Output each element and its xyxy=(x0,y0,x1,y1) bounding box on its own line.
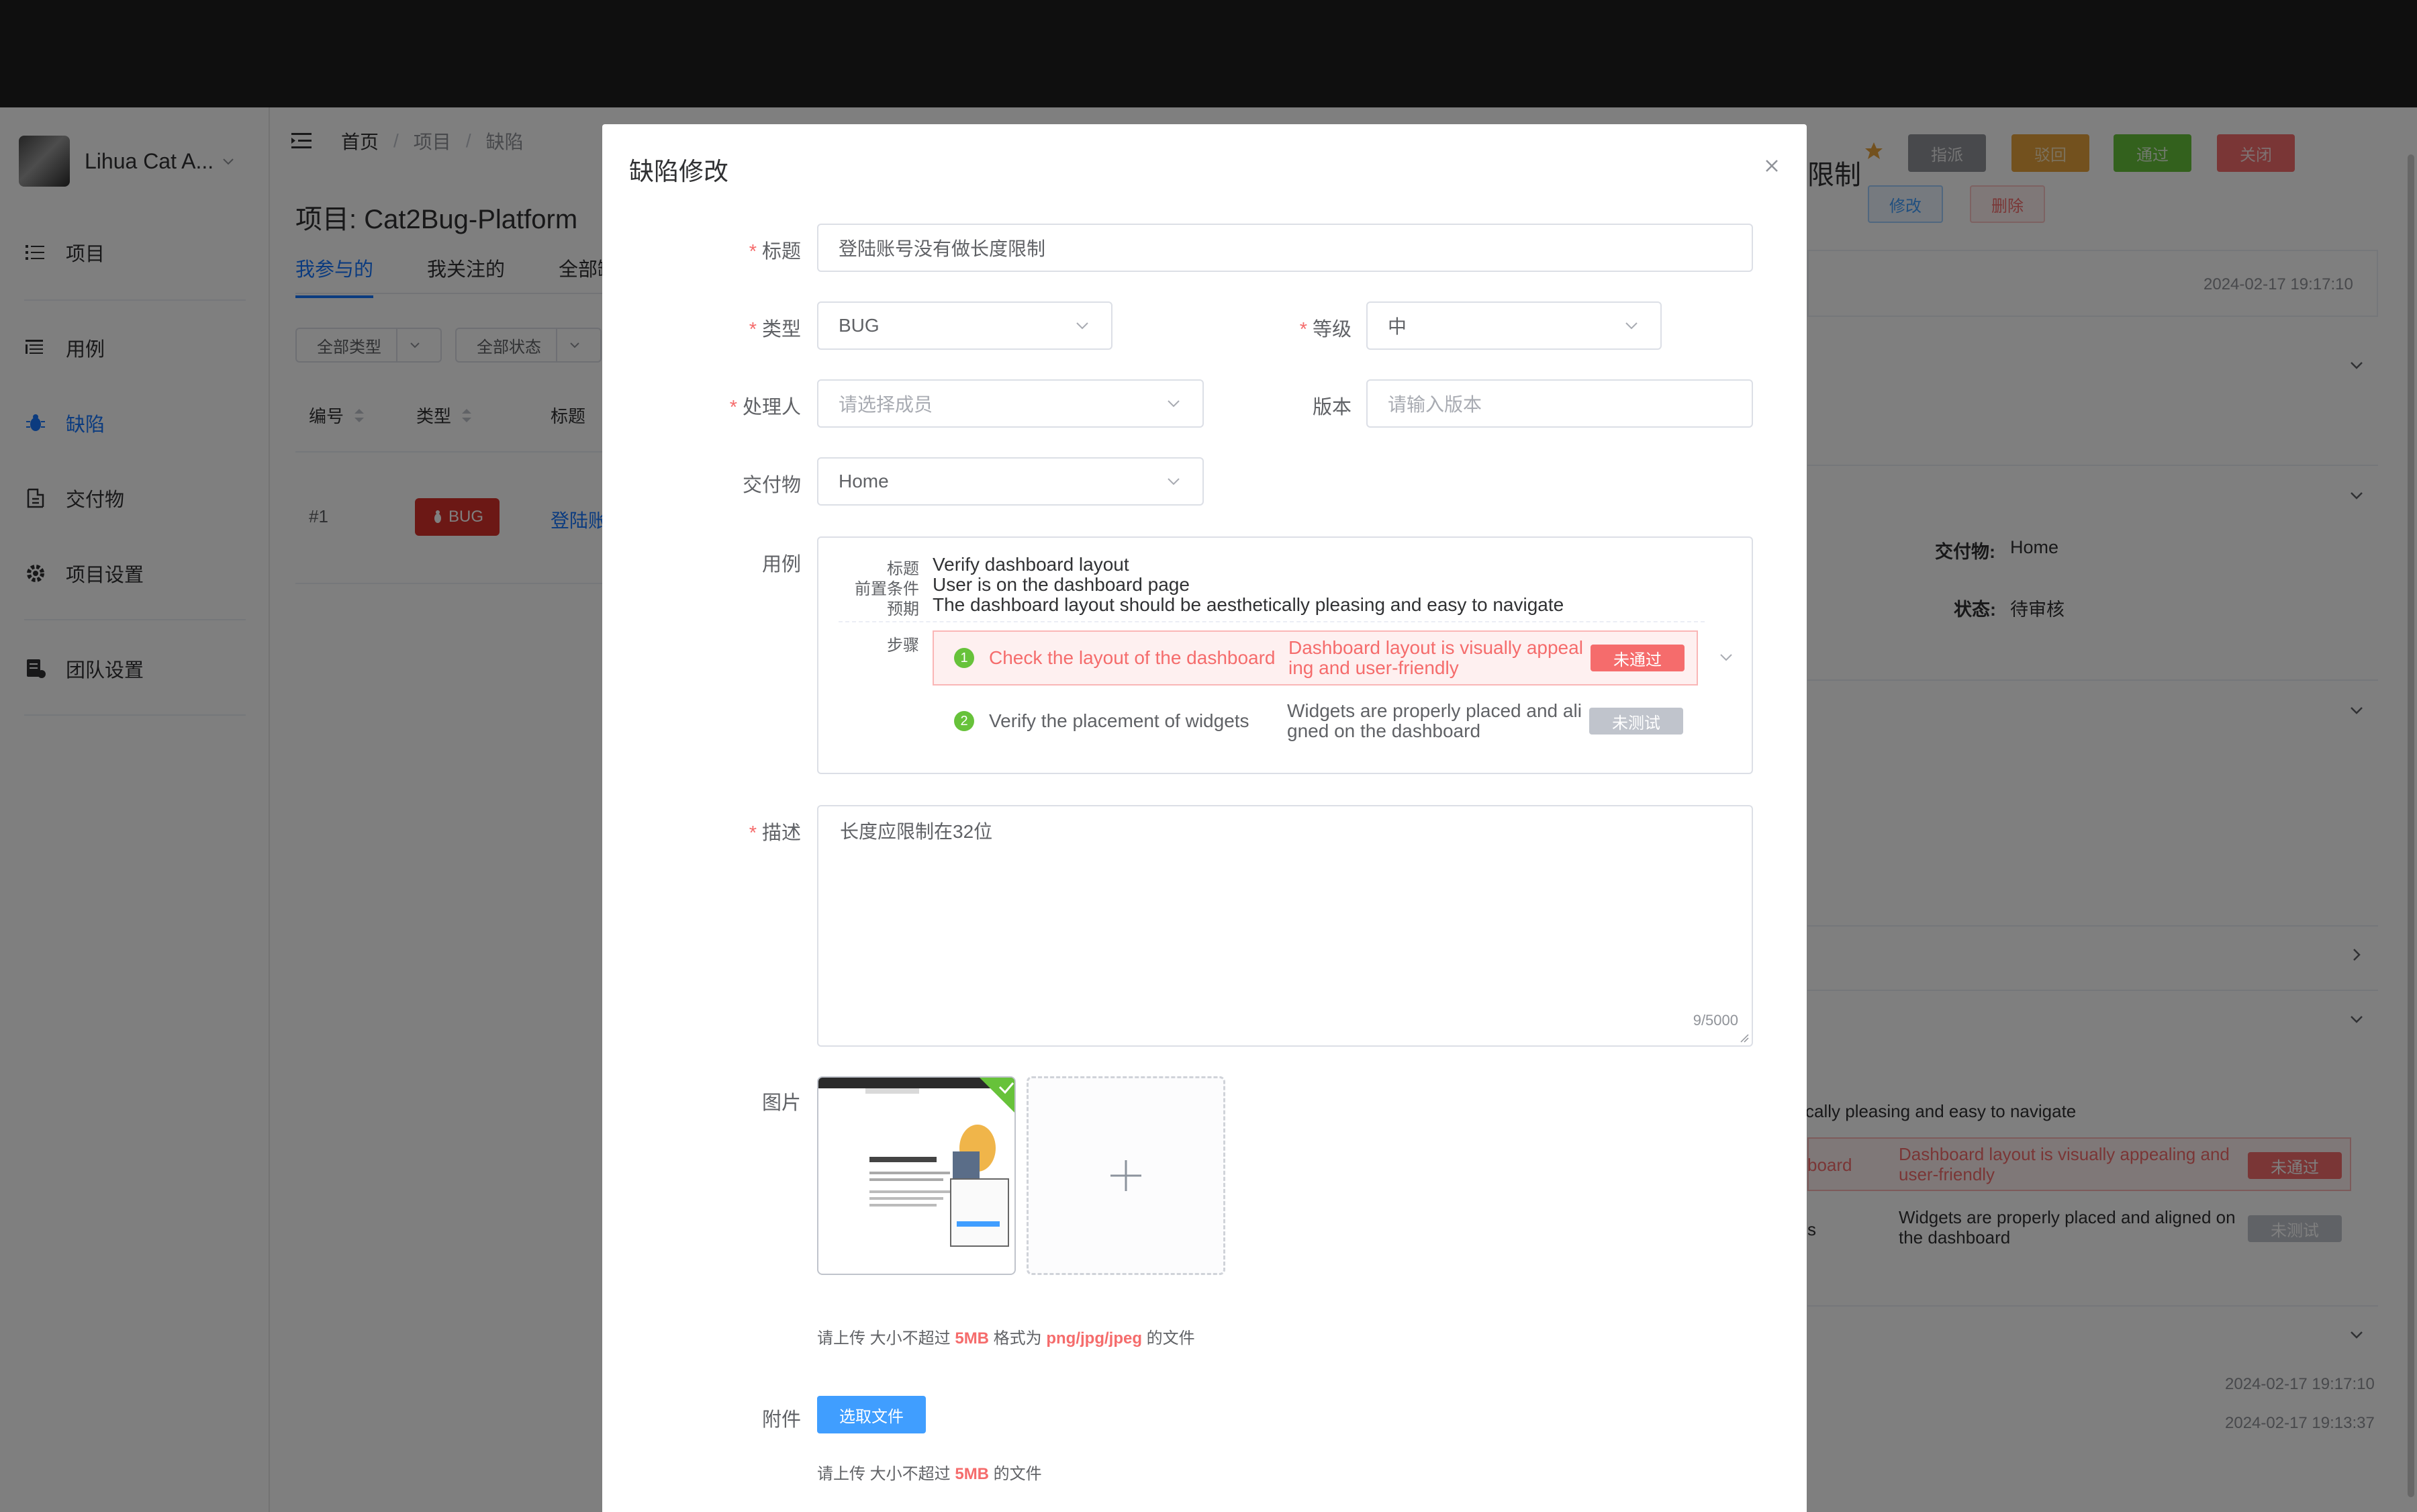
thumbnail-text xyxy=(869,1197,943,1200)
thumbnail-text xyxy=(869,1172,950,1174)
case-expected-key: 预期 xyxy=(887,600,919,618)
thumbnail-text xyxy=(869,1190,950,1193)
case-steps-key: 步骤 xyxy=(887,636,919,655)
edit-defect-dialog: 缺陷修改 * 标题 登陆账号没有做长度限制 * 类型 BUG * 等级 中 * 处理人 … xyxy=(602,124,1807,1512)
thumbnail-login-box xyxy=(950,1178,1009,1247)
step-row: 1 Check the layout of the dashboard Dash… xyxy=(933,630,1698,686)
chevron-down-icon xyxy=(1076,322,1088,330)
image-upload-hint: 请上传 大小不超过 5MB 格式为 png/jpg/jpeg 的文件 xyxy=(817,1329,1195,1348)
step-expected: Dashboard layout is visually appeal ing a… xyxy=(1288,637,1583,678)
attachment-label: 附件 xyxy=(761,1409,801,1431)
version-label: 版本 xyxy=(1312,397,1352,418)
handler-placeholder: 请选择成员 xyxy=(839,394,933,415)
step-status-failed: 未通过 xyxy=(1591,645,1685,671)
chevron-down-icon xyxy=(1168,400,1180,408)
step-status-untested: 未测试 xyxy=(1589,708,1683,735)
deliverable-label: 交付物 xyxy=(742,475,801,496)
type-select[interactable]: BUG xyxy=(817,301,1112,350)
deliverable-select[interactable]: Home xyxy=(817,457,1204,506)
attachment-upload-hint: 请上传 大小不超过 5MB 的文件 xyxy=(817,1465,1042,1483)
chevron-down-icon xyxy=(1168,478,1180,485)
description-count: 9/5000 xyxy=(1693,1012,1738,1029)
description-textarea[interactable]: 长度应限制在32位 9/5000 xyxy=(817,805,1753,1047)
close-icon[interactable] xyxy=(1760,154,1784,178)
thumbnail-tab xyxy=(865,1088,919,1094)
thumbnail-text xyxy=(869,1178,943,1181)
version-placeholder: 请输入版本 xyxy=(1388,394,1482,415)
description-value: 长度应限制在32位 xyxy=(840,821,993,842)
case-label: 用例 xyxy=(761,554,801,575)
chevron-down-icon[interactable] xyxy=(1718,649,1734,665)
version-input[interactable]: 请输入版本 xyxy=(1366,379,1753,428)
step-row: 2 Verify the placement of widgets Widget… xyxy=(933,694,1698,749)
handler-label: * 处理人 xyxy=(729,397,801,418)
thumbnail-illustration xyxy=(953,1151,980,1178)
level-select[interactable]: 中 xyxy=(1366,301,1662,350)
title-label: * 标题 xyxy=(749,241,801,263)
select-file-button[interactable]: 选取文件 xyxy=(817,1396,926,1433)
step-text: Check the layout of the dashboard xyxy=(989,647,1276,668)
title-input[interactable]: 登陆账号没有做长度限制 xyxy=(817,224,1753,272)
case-precondition-value: User is on the dashboard page xyxy=(933,574,1190,595)
resize-handle-icon[interactable] xyxy=(1740,1033,1749,1043)
divider xyxy=(839,621,1705,624)
level-label: * 等级 xyxy=(1299,319,1352,340)
type-value: BUG xyxy=(839,315,880,336)
uploaded-image-thumbnail[interactable] xyxy=(817,1076,1016,1275)
case-panel: 标题 Verify dashboard layout 前置条件 User is … xyxy=(817,536,1753,774)
step-number: 2 xyxy=(954,711,974,731)
image-label: 图片 xyxy=(761,1092,801,1114)
case-title-value: Verify dashboard layout xyxy=(933,554,1129,575)
deliverable-value: Home xyxy=(839,471,889,491)
thumbnail-text xyxy=(869,1204,937,1207)
handler-select[interactable]: 请选择成员 xyxy=(817,379,1204,428)
plus-icon xyxy=(1110,1160,1141,1191)
thumbnail-heading xyxy=(869,1157,937,1162)
title-value: 登陆账号没有做长度限制 xyxy=(839,238,1046,259)
desc-label: * 描述 xyxy=(749,822,801,844)
upload-success-icon xyxy=(980,1078,1014,1113)
dialog-title: 缺陷修改 xyxy=(629,158,728,185)
step-text: Verify the placement of widgets xyxy=(989,710,1249,731)
step-expected: Widgets are properly placed and ali gned … xyxy=(1287,700,1582,741)
step-number: 1 xyxy=(954,648,974,668)
add-image-button[interactable] xyxy=(1027,1076,1225,1275)
level-value: 中 xyxy=(1388,316,1407,337)
type-label: * 类型 xyxy=(749,319,801,340)
case-expected-value: The dashboard layout should be aesthetic… xyxy=(933,594,1564,615)
thumbnail-button xyxy=(957,1221,1000,1227)
chevron-down-icon xyxy=(1625,322,1638,330)
